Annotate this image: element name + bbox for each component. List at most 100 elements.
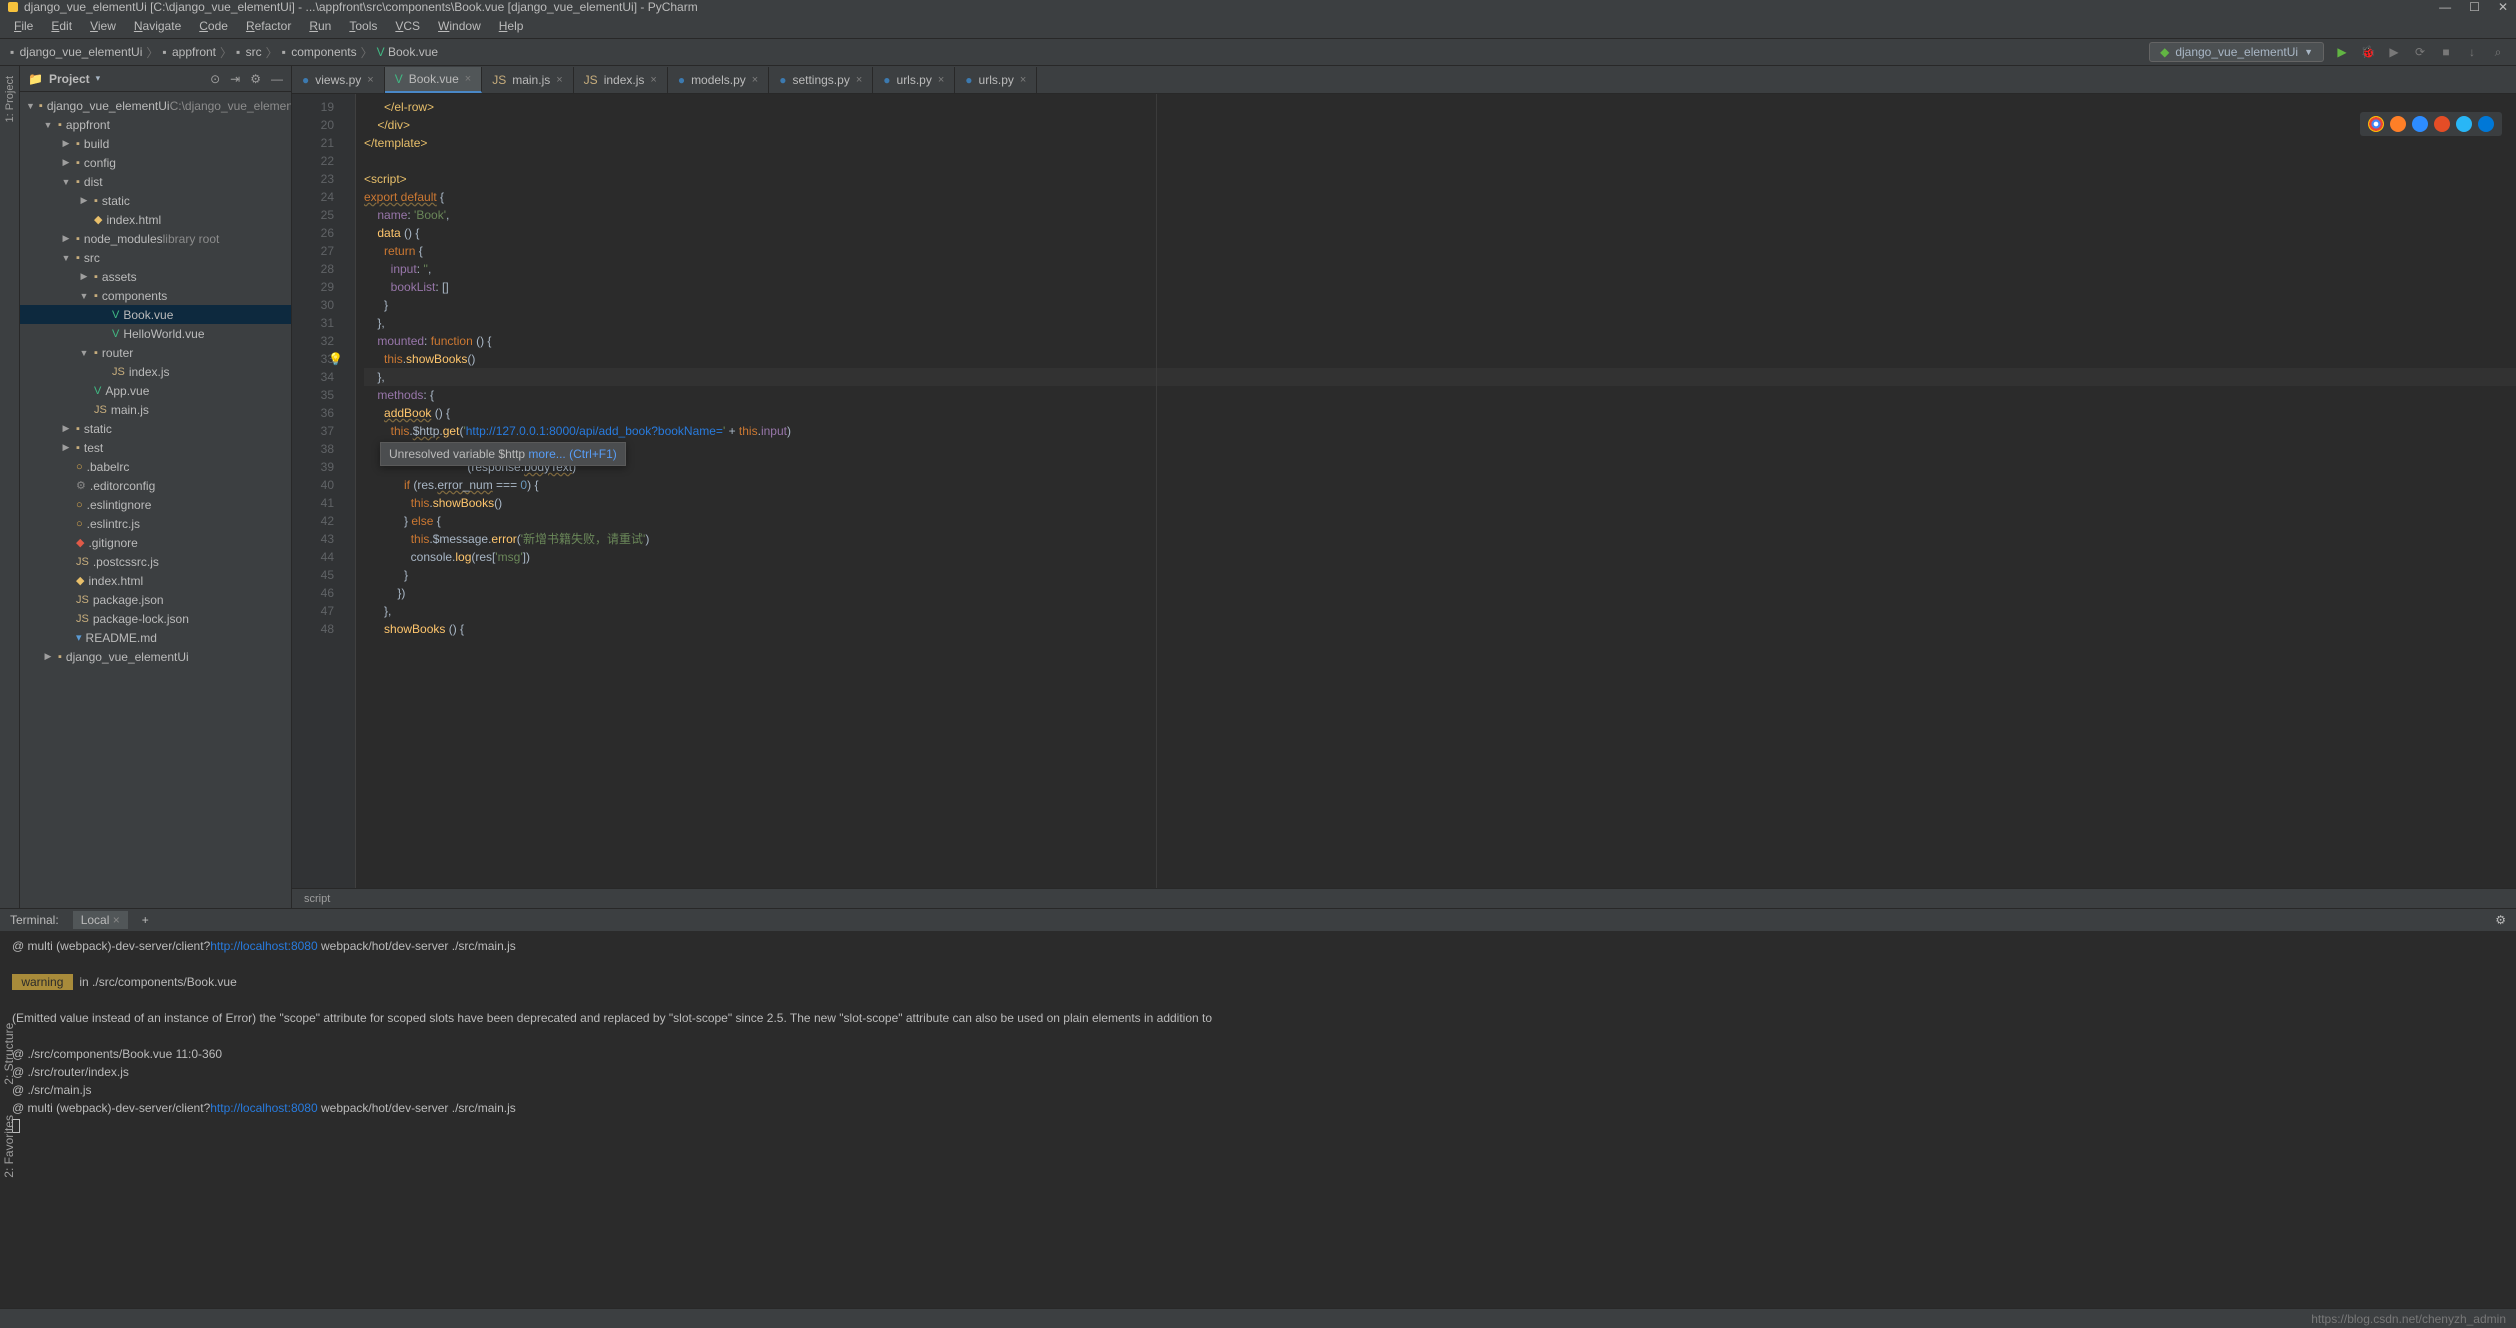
tree-node[interactable]: ▼▪src (20, 248, 291, 267)
menu-edit[interactable]: Edit (43, 17, 80, 35)
tool-favorites-tab[interactable]: 2: Favorites (2, 1115, 16, 1178)
tree-node[interactable]: ◆index.html (20, 210, 291, 229)
code-line[interactable]: this.showBooks() (364, 494, 2516, 512)
editor-tab[interactable]: ● models.py × (668, 67, 769, 93)
tree-node[interactable]: ▶▪test (20, 438, 291, 457)
code-line[interactable]: mounted: function () { (364, 332, 2516, 350)
editor-tab[interactable]: JS index.js × (574, 67, 668, 93)
code-line[interactable]: }, (364, 602, 2516, 620)
code-line[interactable]: methods: { (364, 386, 2516, 404)
editor-breadcrumb[interactable]: script (292, 888, 2516, 908)
minimize-button[interactable]: — (2439, 0, 2451, 14)
menu-vcs[interactable]: VCS (387, 17, 428, 35)
breadcrumb-item[interactable]: ▪ src (236, 45, 262, 59)
tree-node[interactable]: ▶▪node_modules library root (20, 229, 291, 248)
terminal-tab[interactable]: Local × (73, 911, 128, 929)
editor-tab[interactable]: ● urls.py × (873, 67, 955, 93)
run-button[interactable]: ▶ (2334, 44, 2350, 60)
code-line[interactable]: } else { (364, 512, 2516, 530)
code-area[interactable]: </el-row> </div></template><script>expor… (356, 94, 2516, 888)
code-line[interactable]: export default { (364, 188, 2516, 206)
code-line[interactable]: if (res.error_num === 0) { (364, 476, 2516, 494)
tree-node[interactable]: ▼▪router (20, 343, 291, 362)
chrome-icon[interactable] (2368, 116, 2384, 132)
tree-node[interactable]: JSpackage-lock.json (20, 609, 291, 628)
editor-tab[interactable]: V Book.vue × (385, 67, 483, 93)
editor[interactable]: 1920212223242526272829303132333435363738… (292, 94, 2516, 888)
settings-icon[interactable]: ⚙ (250, 72, 261, 86)
terminal-settings-icon[interactable]: ⚙ (2495, 913, 2506, 927)
tree-node[interactable]: ▼▪dist (20, 172, 291, 191)
tree-node[interactable]: ▼▪components (20, 286, 291, 305)
tool-project-tab[interactable]: 1: Project (4, 76, 16, 122)
tree-node[interactable]: JSpackage.json (20, 590, 291, 609)
code-line[interactable]: }, (364, 368, 2516, 386)
tree-node[interactable]: JS.postcssrc.js (20, 552, 291, 571)
project-tree[interactable]: ▼▪django_vue_elementUi C:\django_vue_ele… (20, 92, 291, 908)
menu-code[interactable]: Code (191, 17, 236, 35)
run-config-selector[interactable]: ◆ django_vue_elementUi ▼ (2149, 42, 2324, 62)
tree-node[interactable]: ▶▪build (20, 134, 291, 153)
tree-node[interactable]: ▶▪django_vue_elementUi (20, 647, 291, 666)
hide-panel-icon[interactable]: — (271, 72, 283, 86)
code-line[interactable]: bookList: [] (364, 278, 2516, 296)
tree-node[interactable]: ○.babelrc (20, 457, 291, 476)
terminal-add-tab[interactable]: + (142, 913, 149, 927)
code-line[interactable]: input: '', (364, 260, 2516, 278)
tree-node[interactable]: VApp.vue (20, 381, 291, 400)
menu-window[interactable]: Window (430, 17, 489, 35)
menu-navigate[interactable]: Navigate (126, 17, 189, 35)
tree-node[interactable]: JSindex.js (20, 362, 291, 381)
breadcrumb-item[interactable]: ▪ django_vue_elementUi (10, 45, 142, 59)
tree-node[interactable]: ▶▪assets (20, 267, 291, 286)
ie-icon[interactable] (2456, 116, 2472, 132)
tree-node[interactable]: ○.eslintignore (20, 495, 291, 514)
code-line[interactable]: (response.bodyText)​ (364, 458, 2516, 476)
profile-button[interactable]: ⟳ (2412, 44, 2428, 60)
breadcrumb[interactable]: ▪ django_vue_elementUi〉▪ appfront〉▪ src〉… (10, 44, 438, 61)
tree-node[interactable]: ▾README.md (20, 628, 291, 647)
code-line[interactable]: </el-row> (364, 98, 2516, 116)
tree-node[interactable]: JSmain.js (20, 400, 291, 419)
tree-node[interactable]: VBook.vue (20, 305, 291, 324)
code-line[interactable]: <script> (364, 170, 2516, 188)
code-line[interactable]: this.$http.get('http://127.0.0.1:8000/ap… (364, 422, 2516, 440)
tree-node[interactable]: ▶▪static (20, 191, 291, 210)
menu-view[interactable]: View (82, 17, 124, 35)
code-line[interactable]: } (364, 296, 2516, 314)
editor-tab[interactable]: ● urls.py × (955, 67, 1037, 93)
code-line[interactable] (364, 440, 2516, 458)
breadcrumb-item[interactable]: ▪ appfront (162, 45, 216, 59)
code-line[interactable]: data () { (364, 224, 2516, 242)
menu-run[interactable]: Run (301, 17, 339, 35)
editor-tab[interactable]: JS main.js × (482, 67, 573, 93)
code-line[interactable]: this.$message.error('新增书籍失败，请重试')​ (364, 530, 2516, 548)
editor-tab[interactable]: ● settings.py × (769, 67, 873, 93)
menu-refactor[interactable]: Refactor (238, 17, 299, 35)
edge-icon[interactable] (2478, 116, 2494, 132)
code-line[interactable]: </template> (364, 134, 2516, 152)
debug-button[interactable]: 🐞 (2360, 44, 2376, 60)
code-line[interactable]: } (364, 566, 2516, 584)
tree-node[interactable]: ▶▪config (20, 153, 291, 172)
tree-node[interactable]: ◆.gitignore (20, 533, 291, 552)
safari-icon[interactable] (2412, 116, 2428, 132)
terminal-output[interactable]: @ multi (webpack)-dev-server/client?http… (0, 931, 2516, 1308)
code-line[interactable]: }) (364, 584, 2516, 602)
search-everywhere-button[interactable]: ⌕ (2490, 44, 2506, 60)
tree-node[interactable]: ▼▪appfront (20, 115, 291, 134)
select-open-file-icon[interactable]: ⊙ (210, 72, 220, 86)
tree-node[interactable]: ▼▪django_vue_elementUi C:\django_vue_ele… (20, 96, 291, 115)
menu-tools[interactable]: Tools (341, 17, 385, 35)
editor-tab[interactable]: ● views.py × (292, 67, 385, 93)
close-button[interactable]: ✕ (2498, 0, 2508, 14)
code-line[interactable]: return { (364, 242, 2516, 260)
tree-node[interactable]: ◆index.html (20, 571, 291, 590)
tool-structure-tab[interactable]: 2: Structure (2, 1023, 16, 1085)
menu-help[interactable]: Help (491, 17, 532, 35)
tree-node[interactable]: ⚙.editorconfig (20, 476, 291, 495)
code-line[interactable]: showBooks () { (364, 620, 2516, 638)
breadcrumb-item[interactable]: ▪ components (282, 45, 357, 59)
code-line[interactable]: addBook () { (364, 404, 2516, 422)
collapse-all-icon[interactable]: ⇥ (230, 72, 240, 86)
